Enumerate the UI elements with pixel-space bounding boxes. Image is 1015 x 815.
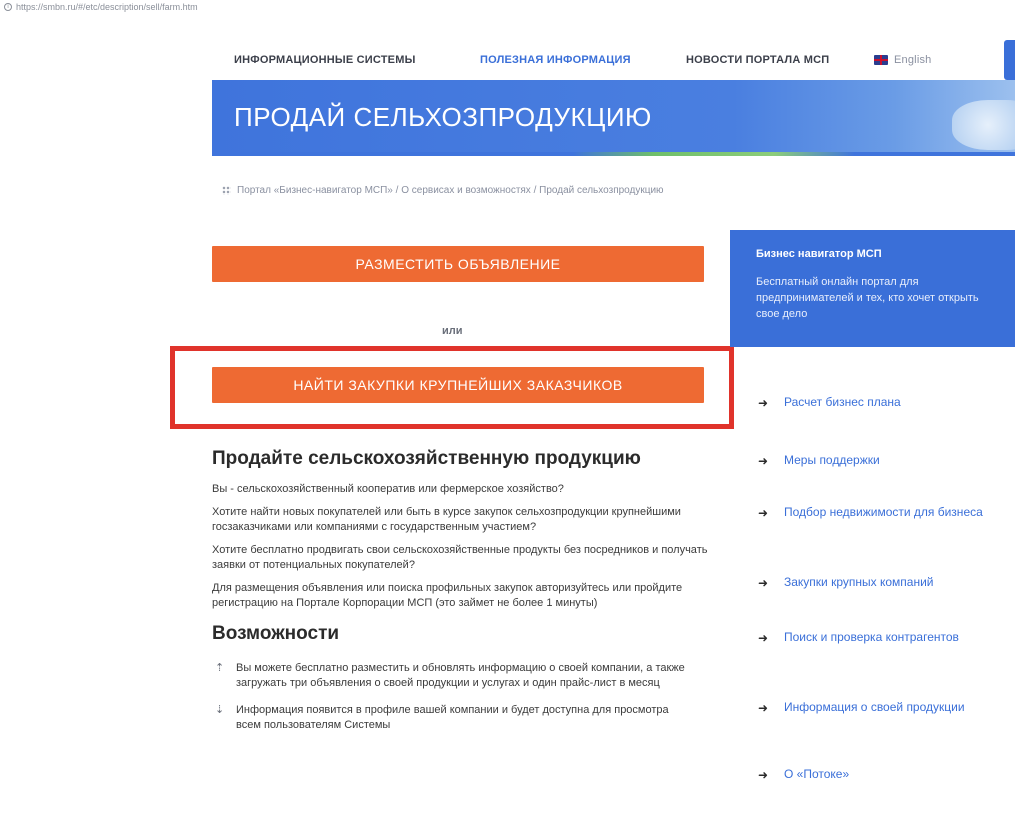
- arrow-right-icon: ➜: [758, 575, 769, 590]
- breadcrumb-text[interactable]: Портал «Бизнес-навигатор МСП» / О сервис…: [237, 185, 664, 196]
- feature-item: ⇣ Информация появится в профиле вашей ко…: [212, 703, 712, 733]
- language-switch[interactable]: English: [874, 54, 931, 66]
- side-link-about-potok[interactable]: ➜ О «Потоке»: [758, 767, 998, 782]
- or-label: или: [442, 325, 463, 337]
- card-text: Бесплатный онлайн портал для предпринима…: [756, 276, 979, 320]
- language-label: English: [894, 54, 932, 66]
- arrow-right-icon: ➜: [758, 630, 769, 645]
- nav-information-systems[interactable]: ИНФОРМАЦИОННЫЕ СИСТЕМЫ: [234, 54, 416, 66]
- nav-useful-information[interactable]: ПОЛЕЗНАЯ ИНФОРМАЦИЯ: [480, 54, 631, 66]
- side-link-product-info[interactable]: ➜ Информация о своей продукции: [758, 700, 998, 715]
- nav-portal-news[interactable]: НОВОСТИ ПОРТАЛА МСП: [686, 54, 829, 66]
- side-link-large-purchases[interactable]: ➜ Закупки крупных компаний: [758, 575, 998, 590]
- home-icon[interactable]: [222, 186, 231, 195]
- side-info-card: Бизнес навигатор МСП Бесплатный онлайн п…: [730, 230, 1015, 347]
- url-bar[interactable]: i https://smbn.ru/#/etc/description/sell…: [0, 0, 1015, 14]
- banner-stripe: [212, 152, 1015, 156]
- card-title: Бизнес навигатор МСП: [756, 248, 882, 260]
- profile-icon: ⇣: [215, 704, 225, 716]
- main-content: Продайте сельскохозяйственную продукцию …: [212, 448, 712, 745]
- features-heading: Возможности: [212, 623, 340, 644]
- highlight-frame: [170, 346, 734, 429]
- breadcrumb: Портал «Бизнес-навигатор МСП» / О сервис…: [222, 185, 664, 196]
- url-text[interactable]: https://smbn.ru/#/etc/description/sell/f…: [16, 2, 198, 12]
- post-ad-button[interactable]: РАЗМЕСТИТЬ ОБЪЯВЛЕНИЕ: [212, 246, 704, 282]
- arrow-right-icon: ➜: [758, 505, 769, 520]
- content-paragraph: Вы - сельскохозяйственный кооператив или…: [212, 483, 564, 495]
- side-link-real-estate[interactable]: ➜ Подбор недвижимости для бизнеса: [758, 505, 998, 520]
- arrow-right-icon: ➜: [758, 700, 769, 715]
- content-paragraph: Для размещения объявления или поиска про…: [212, 582, 683, 609]
- page-title: ПРОДАЙ СЕЛЬХОЗПРОДУКЦИЮ: [234, 102, 652, 132]
- upload-icon: ⇡: [215, 662, 225, 674]
- banner-decoration: [952, 100, 1015, 150]
- page-banner: ПРОДАЙ СЕЛЬХОЗПРОДУКЦИЮ: [212, 80, 1015, 156]
- arrow-right-icon: ➜: [758, 395, 769, 410]
- content-heading: Продайте сельскохозяйственную продукцию: [212, 448, 641, 469]
- info-icon: i: [4, 3, 12, 11]
- side-link-support-measures[interactable]: ➜ Меры поддержки: [758, 453, 998, 468]
- content-paragraph: Хотите найти новых покупателей или быть …: [212, 506, 681, 533]
- nav-edge-button[interactable]: [1004, 40, 1015, 80]
- side-link-counterparty-check[interactable]: ➜ Поиск и проверка контрагентов: [758, 630, 998, 645]
- arrow-right-icon: ➜: [758, 767, 769, 782]
- top-navigation: ИНФОРМАЦИОННЫЕ СИСТЕМЫ ПОЛЕЗНАЯ ИНФОРМАЦ…: [212, 40, 1015, 80]
- arrow-right-icon: ➜: [758, 453, 769, 468]
- uk-flag-icon: [874, 55, 888, 65]
- feature-item: ⇡ Вы можете бесплатно разместить и обнов…: [212, 661, 712, 691]
- content-paragraph: Хотите бесплатно продвигать свои сельско…: [212, 544, 708, 571]
- side-link-business-plan[interactable]: ➜ Расчет бизнес плана: [758, 395, 998, 410]
